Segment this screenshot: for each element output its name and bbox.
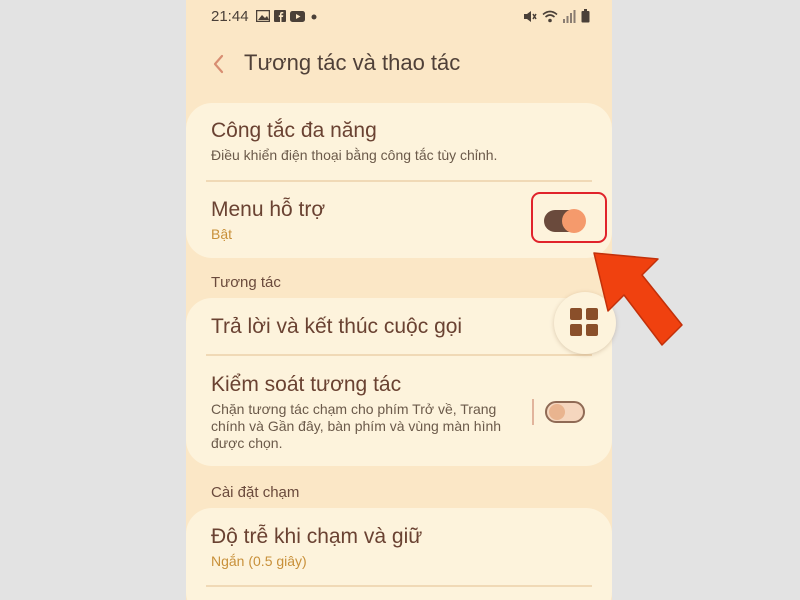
list-item-answer-end-calls[interactable]: Trả lời và kết thúc cuộc gọi: [211, 315, 592, 339]
chevron-left-icon: [213, 54, 224, 74]
subtitle-line: chính và Gần đây, bàn phím và vùng màn h…: [211, 418, 502, 434]
divider: [206, 585, 592, 587]
item-subtitle: Điều khiển điện thoại bằng công tắc tùy …: [211, 147, 498, 163]
interaction-control-toggle[interactable]: [545, 401, 585, 423]
phone-screen: 21:44 Tương tác và thao tác Công tắc đa …: [186, 0, 612, 600]
section-header-touch-settings: Cài đặt chạm: [211, 484, 300, 501]
mute-icon: [523, 10, 537, 27]
item-title: Trả lời và kết thúc cuộc gọi: [211, 315, 463, 338]
list-item-touch-hold-delay[interactable]: Độ trễ khi chạm và giữ Ngắn (0.5 giây): [211, 525, 592, 569]
item-title: Độ trễ khi chạm và giữ: [211, 525, 423, 548]
subtitle-line: được chọn.: [211, 435, 283, 451]
settings-card-touch: Độ trễ khi chạm và giữ Ngắn (0.5 giây): [186, 508, 612, 600]
status-bar: 21:44: [186, 0, 612, 34]
item-status-value: Bật: [211, 226, 233, 242]
pointer-arrow-icon: [593, 252, 683, 346]
divider: [206, 354, 592, 356]
status-time: 21:44: [211, 8, 249, 25]
subtitle-line: Chặn tương tác chạm cho phím Trở về, Tra…: [211, 401, 497, 417]
list-item-assistant-menu[interactable]: Menu hỗ trợ Bật: [211, 198, 492, 242]
item-subtitle: Chặn tương tác chạm cho phím Trở về, Tra…: [211, 401, 522, 452]
battery-icon: [581, 9, 590, 27]
item-title: Kiểm soát tương tác: [211, 373, 402, 396]
dot-icon: [309, 9, 319, 26]
youtube-icon: [290, 9, 305, 26]
settings-card-interaction: Trả lời và kết thúc cuộc gọi Kiểm soát t…: [186, 298, 612, 466]
signal-icon: [563, 9, 576, 27]
back-button[interactable]: [206, 50, 234, 78]
highlight-box: [531, 192, 607, 243]
item-title: Menu hỗ trợ: [211, 198, 326, 221]
page-title: Tương tác và thao tác: [244, 50, 461, 75]
status-right-icons: [523, 9, 590, 27]
toggle-knob: [549, 404, 565, 420]
vertical-divider: [532, 399, 534, 425]
image-icon: [255, 9, 271, 26]
item-status-value: Ngắn (0.5 giây): [211, 553, 307, 569]
section-header-interaction: Tương tác: [211, 274, 281, 291]
app-bar: Tương tác và thao tác: [186, 40, 612, 88]
status-left-icons: [255, 9, 319, 26]
wifi-icon: [542, 10, 558, 27]
facebook-icon: [274, 9, 286, 26]
item-title: Công tắc đa năng: [211, 119, 377, 142]
list-item-interaction-control[interactable]: Kiểm soát tương tác Chặn tương tác chạm …: [211, 373, 522, 452]
list-item-universal-switch[interactable]: Công tắc đa năng Điều khiển điện thoại b…: [211, 119, 592, 164]
divider: [206, 180, 592, 182]
